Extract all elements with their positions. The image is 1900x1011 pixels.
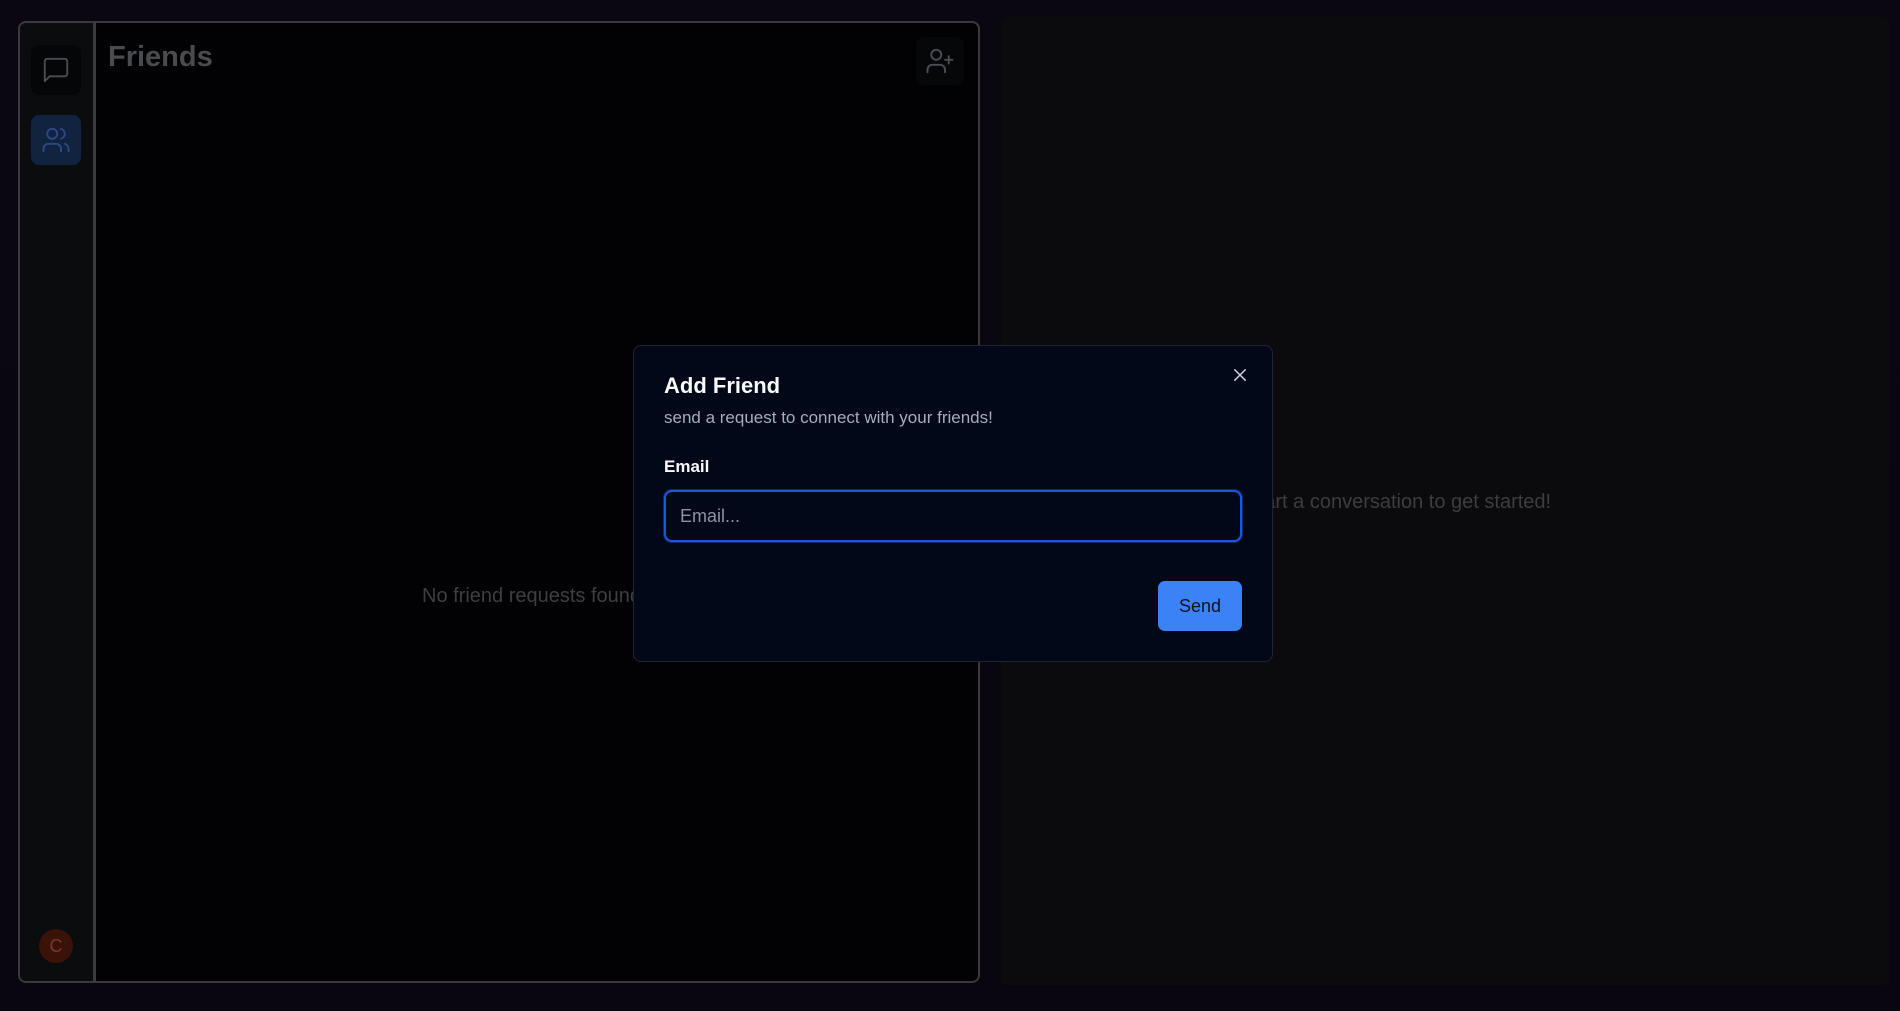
message-square-icon xyxy=(43,57,69,83)
add-friend-dialog: Add Friend send a request to connect wit… xyxy=(633,345,1273,662)
empty-friend-requests-text: No friend requests found xyxy=(422,585,642,607)
nav-friends-button[interactable] xyxy=(31,115,81,165)
close-icon xyxy=(1234,369,1246,381)
email-label: Email xyxy=(664,457,710,476)
page: C Friends No friend requests found Selec… xyxy=(0,0,1900,1011)
nav-rail: C xyxy=(20,23,96,981)
user-plus-icon xyxy=(926,48,954,74)
email-input[interactable] xyxy=(664,490,1242,542)
dialog-title: Add Friend xyxy=(664,373,781,398)
users-icon xyxy=(42,127,70,153)
close-button[interactable] xyxy=(1228,363,1252,387)
send-button[interactable]: Send xyxy=(1158,581,1242,631)
user-avatar[interactable]: C xyxy=(39,929,73,963)
add-friend-button[interactable] xyxy=(916,37,964,85)
nav-chat-button[interactable] xyxy=(31,45,81,95)
page-title: Friends xyxy=(108,41,213,73)
dialog-subtitle: send a request to connect with your frie… xyxy=(664,408,993,427)
